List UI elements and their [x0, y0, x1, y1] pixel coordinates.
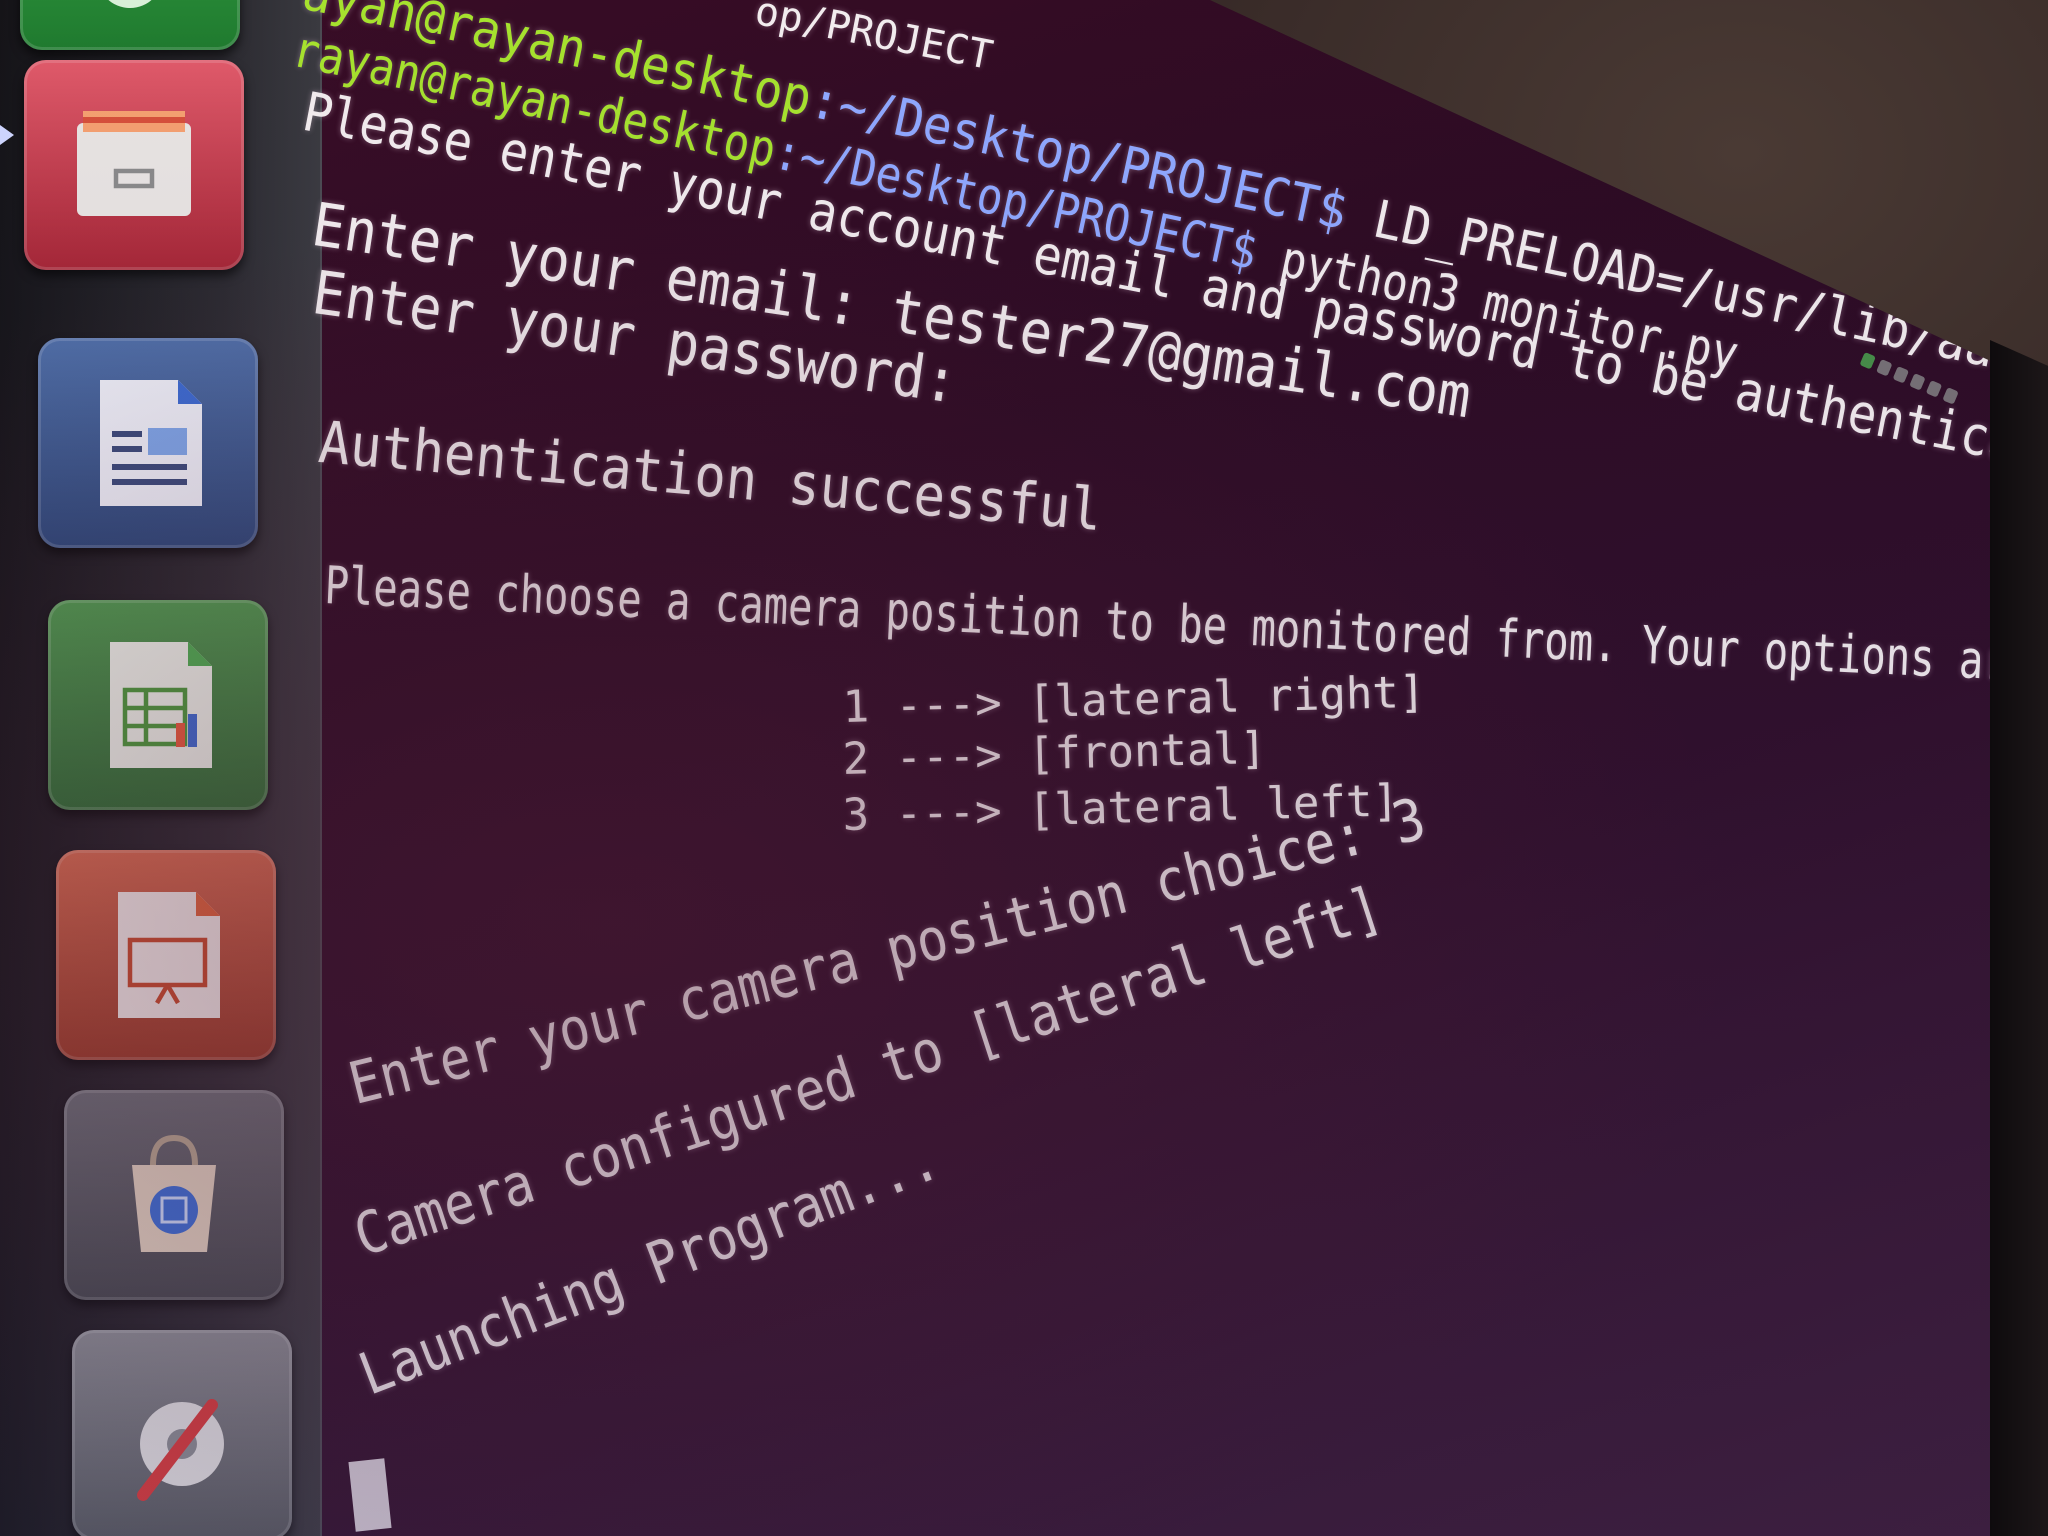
camera-option-2: 2 ---> [frontal]: [842, 722, 1268, 785]
terminal-cursor: [348, 1458, 392, 1532]
power-icon[interactable]: [1942, 387, 1959, 405]
volume-icon[interactable]: [1925, 380, 1943, 398]
terminal-window[interactable]: op/PROJECT ayan@rayan-desktop:~/Desktop/…: [0, 0, 2015, 1536]
auth-result: Authentication successful: [316, 408, 1105, 545]
screen: op/PROJECT ayan@rayan-desktop:~/Desktop/…: [0, 0, 2015, 1536]
keyboard-icon[interactable]: [1909, 373, 1926, 391]
photo-of-monitor: op/PROJECT ayan@rayan-desktop:~/Desktop/…: [0, 0, 2048, 1536]
camera-option-1: 1 ---> [lateral right]: [842, 666, 1426, 733]
network-icon[interactable]: [1876, 358, 1893, 377]
bluetooth-icon[interactable]: [1892, 366, 1910, 384]
monitor-bezel: [1990, 340, 2048, 1536]
